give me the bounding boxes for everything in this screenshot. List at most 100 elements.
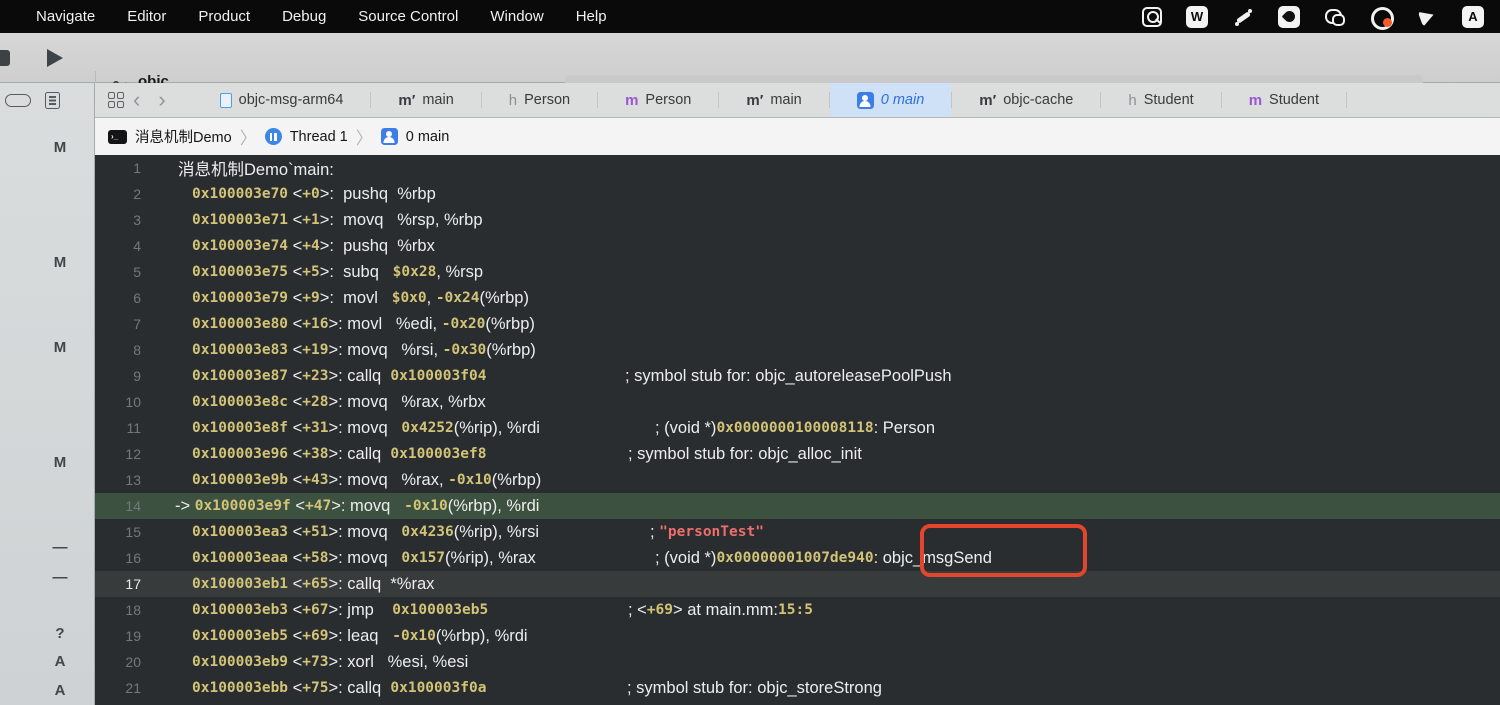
tab-Person[interactable]: h Person (482, 83, 597, 117)
line-number[interactable]: 12 (95, 446, 152, 462)
code-token: 0x157 (401, 550, 446, 566)
line-number[interactable]: 10 (95, 394, 152, 410)
line-number[interactable]: 6 (95, 290, 152, 306)
w-app-icon[interactable]: W (1186, 5, 1208, 28)
code-token: 0x100003eaa (192, 550, 289, 566)
menu-item-window[interactable]: Window (474, 0, 559, 33)
debug-crumb-0-main[interactable]: 0 main (380, 128, 449, 145)
code-token: >: movq (328, 522, 402, 541)
menu-item-help[interactable]: Help (560, 0, 623, 33)
forward-chevron-icon[interactable]: › (149, 89, 174, 111)
line-number[interactable]: 13 (95, 472, 152, 488)
line-number[interactable]: 9 (95, 368, 152, 384)
filter-capsule-icon[interactable] (5, 94, 31, 107)
code-token: +19 (302, 342, 329, 358)
code-token: (%rip), %rdi (453, 418, 540, 437)
code-token: 0x100003e83 (192, 342, 289, 358)
debug-breadcrumb-bar: 消息机制Demo 〉 Thread 1 〉 0 main (95, 118, 1500, 155)
code-token: +47 (304, 498, 332, 514)
line-number[interactable]: 21 (95, 680, 152, 696)
line-number[interactable]: 18 (95, 602, 152, 618)
sparkles-icon[interactable] (1232, 6, 1254, 28)
menu-bar: Navigate Editor Product Debug Source Control… (0, 0, 1500, 33)
code-token: 0x100003eb3 (192, 602, 289, 618)
globe-badge-icon[interactable] (1370, 6, 1394, 30)
code-token: ; symbol stub for: objc_autoreleasePoolP… (625, 366, 952, 385)
tab-Student[interactable]: h Student (1101, 83, 1220, 117)
code-token: (%rbp), %rdi (435, 626, 528, 645)
code-token: < (288, 236, 303, 255)
run-button[interactable] (47, 49, 63, 67)
line-number[interactable]: 2 (95, 186, 152, 202)
code-token: -0x10 (448, 472, 492, 488)
related-items-grid-icon[interactable] (108, 92, 124, 108)
menu-status-icons: WA (1142, 5, 1500, 30)
tab-main[interactable]: m′ main (371, 83, 480, 117)
code-token: ; (void *) (655, 548, 717, 567)
line-number[interactable]: 5 (95, 264, 152, 280)
code-token: +75 (302, 680, 329, 696)
tab-0-main[interactable]: 0 main (829, 83, 952, 117)
asm-comment: ; symbol stub for: objc_autoreleasePoolP… (625, 363, 952, 389)
line-number[interactable]: 16 (95, 550, 152, 566)
line-number[interactable]: 1 (95, 160, 152, 176)
menu-item-editor[interactable]: Editor (111, 0, 182, 33)
line-number[interactable]: 11 (95, 420, 152, 436)
tab-objc-cache[interactable]: m′ objc-cache (952, 83, 1100, 117)
tab-Student[interactable]: m Student (1222, 83, 1346, 117)
asm-line: 16 0x100003eaa < +58 >: movq 0x157 (%rip), %… (95, 545, 1500, 571)
line-number[interactable]: 8 (95, 342, 152, 358)
list-icon[interactable] (45, 92, 60, 109)
debug-crumb-Thread-1[interactable]: Thread 1 (264, 128, 348, 145)
asm-text: 0x100003ebb < +75 >: callq 0x100003f0a (152, 679, 486, 698)
code-token: +67 (302, 602, 329, 618)
asm-line: 21 0x100003ebb < +75 >: callq 0x100003f0a; … (95, 675, 1500, 701)
tab-main[interactable]: m′ main (719, 83, 828, 117)
document-icon (219, 92, 232, 108)
menu-item-source-control[interactable]: Source Control (342, 0, 474, 33)
line-number[interactable]: 7 (95, 316, 152, 332)
asm-line: 14 -> 0x100003e9f < +47 >: movq -0x10 (%rbp)… (95, 493, 1500, 519)
code-token: : Person (873, 418, 936, 437)
wechat-icon[interactable] (1324, 6, 1346, 28)
line-number[interactable]: 14 (95, 498, 152, 514)
code-token: +4 (302, 238, 320, 254)
line-number[interactable]: 15 (95, 524, 152, 540)
asm-line: 17 0x100003eb1 < +65 >: callq *%rax (95, 571, 1500, 597)
line-number[interactable]: 17 (95, 576, 152, 592)
code-token: ; (void *) (655, 418, 717, 437)
line-number[interactable]: 4 (95, 238, 152, 254)
asm-text: 0x100003e74 < +4 >: pushq %rbx (152, 237, 435, 256)
code-token: < (288, 314, 303, 333)
input-a-icon[interactable]: A (1462, 5, 1484, 28)
pen-app-icon[interactable] (1278, 5, 1300, 28)
code-token: 0x100003e87 (192, 368, 289, 384)
stop-button[interactable] (0, 50, 10, 66)
code-token: (%rip), %rax (445, 548, 536, 567)
code-token: >: movq %rsp, %rbp (319, 210, 483, 229)
line-number[interactable]: 19 (95, 628, 152, 644)
code-token: < (288, 418, 303, 437)
asm-text: 0x100003e80 < +16 >: movl %edi, -0x20 (%rbp… (152, 315, 535, 334)
debug-crumb-消息机制Demo[interactable]: 消息机制Demo (108, 126, 232, 147)
code-token: $0x28 (392, 264, 437, 280)
tab-objc-msg-arm64[interactable]: objc-msg-arm64 (193, 83, 371, 117)
asm-line: 20 0x100003eb9 < +73 >: xorl %esi, %esi (95, 649, 1500, 675)
wing-app-icon[interactable] (1416, 6, 1438, 28)
sidebar-header-icons (0, 83, 94, 109)
menu-item-product[interactable]: Product (182, 0, 266, 33)
code-token: +5 (302, 264, 320, 280)
line-number[interactable]: 20 (95, 654, 152, 670)
spotlight-doc-icon[interactable] (1142, 6, 1162, 27)
code-token: >: leaq (328, 626, 393, 645)
code-token: , %rsp (436, 262, 484, 281)
menu-item-navigate[interactable]: Navigate (20, 0, 111, 33)
asm-line: 1 消息机制Demo`main: (95, 155, 1500, 181)
code-token: >: movq %rax, %rbx (328, 392, 486, 411)
code-token: "personTest" (659, 524, 764, 540)
navigator-sidebar: M M M M — —? A A (0, 83, 95, 705)
back-chevron-icon[interactable]: ‹ (124, 89, 149, 111)
tab-Person[interactable]: m Person (598, 83, 718, 117)
menu-item-debug[interactable]: Debug (266, 0, 342, 33)
line-number[interactable]: 3 (95, 212, 152, 228)
